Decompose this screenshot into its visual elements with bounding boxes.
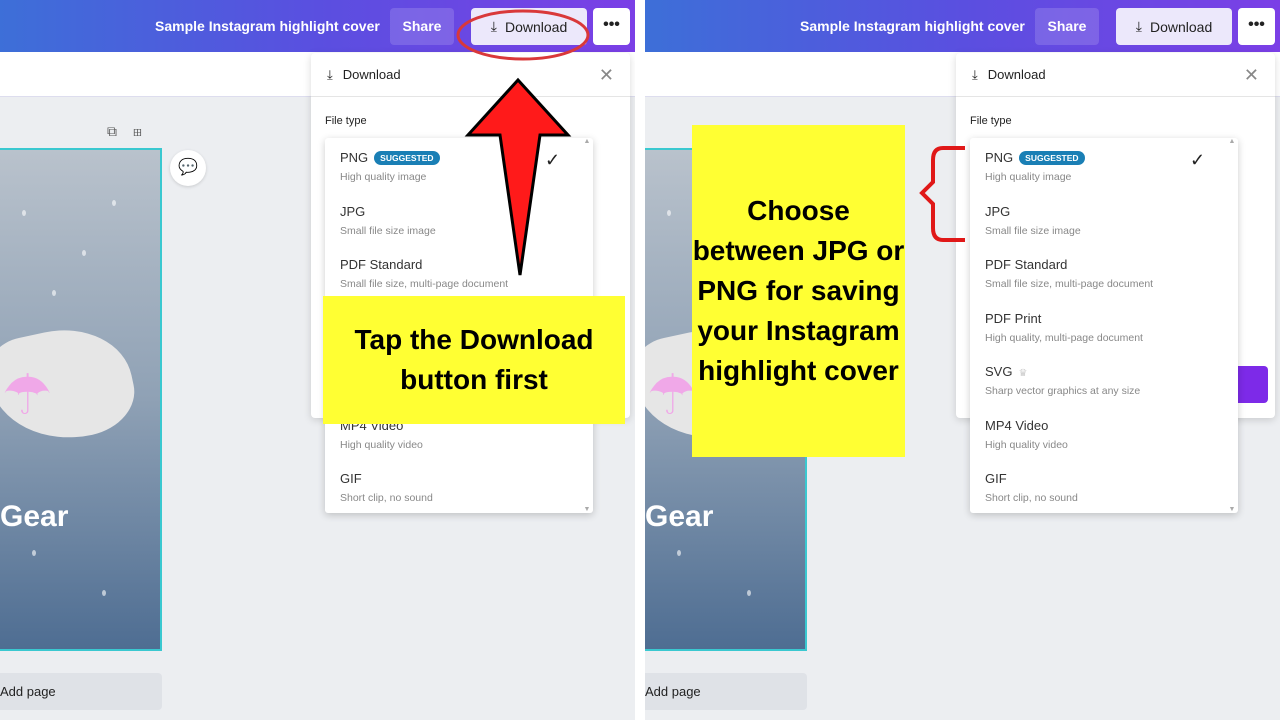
red-arrow: [464, 77, 572, 276]
callout-left: Tap the Download button first: [323, 296, 625, 424]
annotation-overlay: [919, 146, 965, 242]
screenshot-step-2: Sample Instagram highlight cover Share ⤓…: [645, 0, 1280, 720]
screenshot-step-1: Sample Instagram highlight cover Share ⤓…: [0, 0, 635, 720]
highlight-circle: [456, 9, 590, 61]
red-brace: [919, 146, 965, 242]
